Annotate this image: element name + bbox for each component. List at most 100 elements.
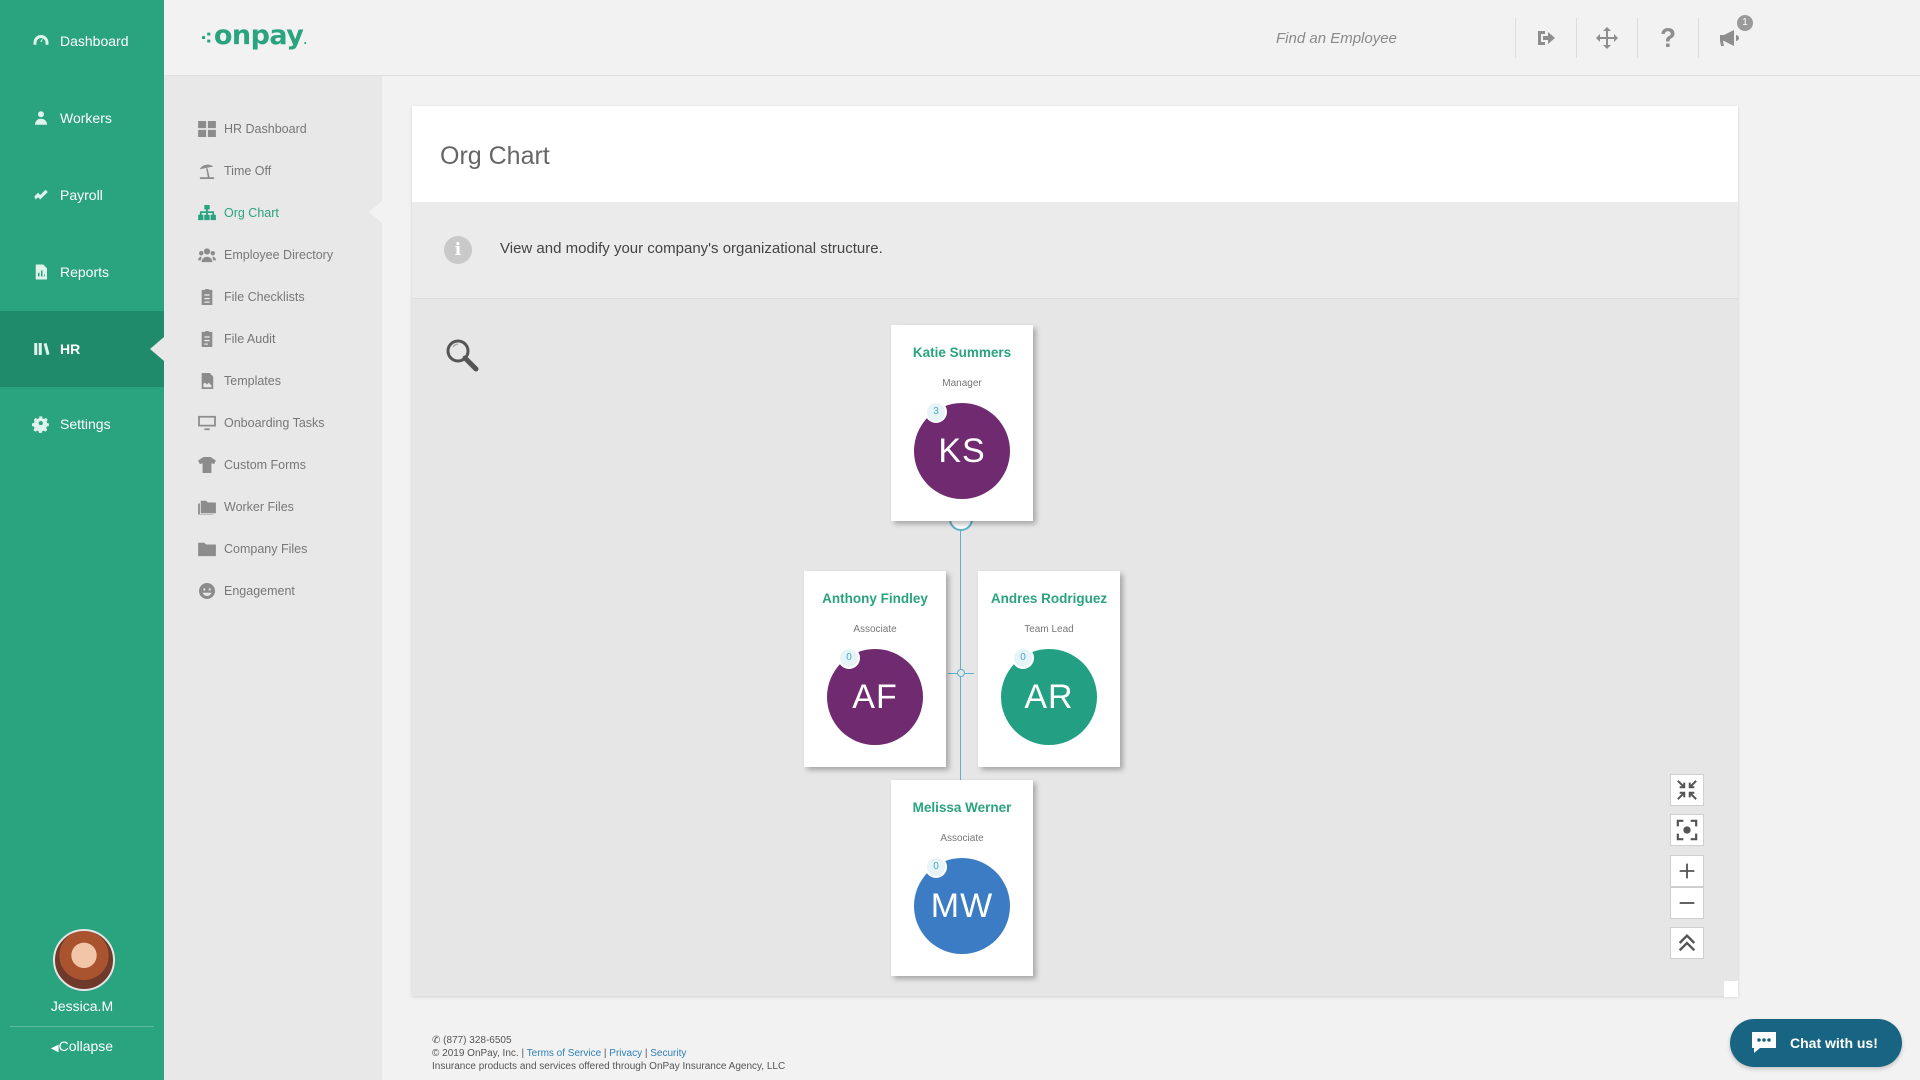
chat-button[interactable]: Chat with us!: [1730, 1019, 1902, 1067]
nav-label: Settings: [60, 416, 111, 432]
center-chart-button[interactable]: [1670, 814, 1704, 846]
user-name[interactable]: Jessica.M: [0, 998, 164, 1014]
plus-icon: [1679, 863, 1695, 879]
clipboard-icon: [201, 289, 213, 305]
submenu-item-time-off[interactable]: Time Off: [164, 156, 382, 186]
help-button[interactable]: [1637, 18, 1697, 58]
submenu-label: Engagement: [224, 584, 295, 598]
nav-item-workers[interactable]: Workers: [0, 80, 164, 156]
nav-label: HR: [60, 341, 81, 357]
move-button[interactable]: [1576, 18, 1636, 58]
nav-item-settings[interactable]: Settings: [0, 386, 164, 462]
direct-reports-badge: 0: [925, 856, 947, 878]
submenu-label: HR Dashboard: [224, 122, 307, 136]
org-chart-canvas[interactable]: Katie Summers Manager KS 3 Anthony Findl…: [412, 298, 1738, 997]
employee-name: Andres Rodriguez: [990, 591, 1108, 606]
scroll-top-button[interactable]: [1670, 927, 1704, 959]
submenu-label: Company Files: [224, 542, 308, 556]
org-chart-icon: [198, 205, 216, 221]
grid-icon: [198, 121, 216, 137]
nav-item-reports[interactable]: Reports: [0, 234, 164, 310]
submenu-item-worker-files[interactable]: Worker Files: [164, 492, 382, 522]
hr-submenu: HR Dashboard Time Off Org Chart Employee…: [164, 76, 382, 1080]
submenu-item-custom-forms[interactable]: Custom Forms: [164, 450, 382, 480]
phone-number: (877) 328-6505: [443, 1035, 512, 1046]
submenu-label: Time Off: [224, 164, 272, 178]
chat-label: Chat with us!: [1790, 1035, 1878, 1051]
submenu-item-hr-dashboard[interactable]: HR Dashboard: [164, 114, 382, 144]
announcements-button[interactable]: 1: [1698, 15, 1758, 58]
minus-icon: [1679, 902, 1695, 904]
submenu-item-file-checklists[interactable]: File Checklists: [164, 282, 382, 312]
people-icon: [198, 248, 216, 263]
zoom-in-button[interactable]: [1670, 855, 1704, 887]
nav-label: Reports: [60, 264, 110, 280]
zoom-out-button[interactable]: [1670, 887, 1704, 919]
nav-label: Payroll: [60, 187, 103, 203]
employee-card[interactable]: Anthony Findley Associate AF 0: [804, 571, 946, 767]
template-icon: [201, 373, 214, 389]
direct-reports-badge: 3: [925, 401, 947, 423]
employee-card[interactable]: Melissa Werner Associate MW 0: [891, 780, 1033, 976]
employee-name: Melissa Werner: [912, 800, 1012, 815]
submenu-item-file-audit[interactable]: File Audit: [164, 324, 382, 354]
caret-left-icon: ◀: [50, 1043, 59, 1054]
privacy-link[interactable]: Privacy: [609, 1048, 642, 1059]
submenu-item-employee-directory[interactable]: Employee Directory: [164, 240, 382, 270]
move-arrows-icon: [1595, 27, 1618, 49]
security-link[interactable]: Security: [650, 1048, 686, 1059]
nav-item-payroll[interactable]: Payroll: [0, 157, 164, 233]
footer-phone: ✆ (877) 328-6505: [432, 1034, 785, 1047]
magnifier-icon: [446, 339, 479, 372]
divider: [10, 1026, 154, 1027]
page-title: Org Chart: [440, 142, 550, 170]
submenu-label: File Audit: [224, 332, 276, 346]
fit-to-screen-button[interactable]: [1670, 774, 1704, 806]
collapse-button[interactable]: ◀Collapse: [0, 1038, 164, 1054]
clipboard-check-icon: [201, 331, 213, 347]
submenu-label: Employee Directory: [224, 248, 334, 262]
folders-icon: [198, 500, 216, 515]
page-footer: ✆ (877) 328-6505 © 2019 OnPay, Inc. | Te…: [432, 1034, 785, 1073]
monitor-icon: [198, 415, 216, 431]
user-avatar[interactable]: [53, 929, 115, 991]
terms-link[interactable]: Terms of Service: [527, 1048, 601, 1059]
main-sidebar: Dashboard Workers Payroll Reports HR Set…: [0, 0, 164, 1080]
submenu-item-org-chart[interactable]: Org Chart: [164, 198, 382, 228]
submenu-label: Onboarding Tasks: [224, 416, 325, 430]
compress-arrows-icon: [1677, 780, 1697, 800]
nav-item-dashboard[interactable]: Dashboard: [0, 3, 164, 79]
gear-icon: [32, 416, 49, 433]
info-icon: i: [444, 236, 472, 264]
org-chart-card: Org Chart i View and modify your company…: [412, 106, 1738, 997]
find-employee-input[interactable]: [1276, 24, 1496, 52]
question-icon: [1660, 28, 1674, 47]
employee-card[interactable]: Andres Rodriguez Team Lead AR 0: [978, 571, 1120, 767]
submenu-label: Worker Files: [224, 500, 294, 514]
employee-card[interactable]: Katie Summers Manager KS 3: [891, 325, 1033, 521]
scroll-corner: [1724, 981, 1738, 997]
folder-icon: [198, 542, 216, 557]
info-text: View and modify your company's organizat…: [500, 240, 883, 257]
focus-target-icon: [1676, 819, 1698, 841]
submenu-label: Templates: [224, 374, 281, 388]
logout-button[interactable]: [1515, 18, 1575, 58]
chart-search-button[interactable]: [444, 337, 480, 373]
onpay-logo[interactable]: ⁖onpay.: [200, 20, 307, 51]
submenu-item-templates[interactable]: Templates: [164, 366, 382, 396]
connector-line: [960, 527, 961, 791]
top-header: ⁖onpay. 1: [164, 0, 1920, 76]
nav-label: Dashboard: [60, 33, 129, 49]
info-banner: i View and modify your company's organiz…: [412, 202, 1738, 298]
report-icon: [35, 264, 47, 280]
nav-item-hr[interactable]: HR: [0, 311, 164, 387]
nav-label: Workers: [60, 110, 112, 126]
submenu-item-company-files[interactable]: Company Files: [164, 534, 382, 564]
double-chevron-up-icon: [1678, 933, 1696, 952]
submenu-item-onboarding-tasks[interactable]: Onboarding Tasks: [164, 408, 382, 438]
copyright-text: © 2019 OnPay, Inc. |: [432, 1048, 525, 1059]
submenu-item-engagement[interactable]: Engagement: [164, 576, 382, 606]
logo-mark-icon: ⁖: [200, 28, 212, 49]
beach-umbrella-icon: [199, 164, 215, 179]
shirt-icon: [198, 457, 216, 473]
